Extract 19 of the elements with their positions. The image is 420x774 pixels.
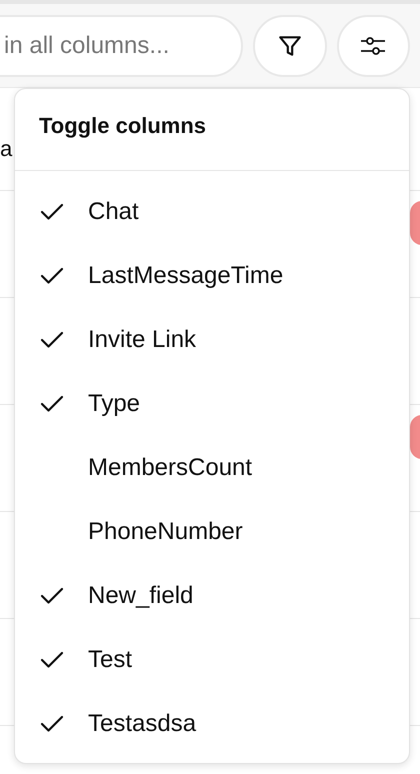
check-icon (40, 267, 64, 285)
column-toggle-item[interactable]: Type (15, 372, 409, 436)
check-icon (40, 715, 64, 733)
column-toggle-item[interactable]: LastMessageTime (15, 244, 409, 308)
column-header: a (0, 136, 12, 162)
search-field[interactable]: in all columns... (0, 14, 243, 76)
check-icon (40, 587, 64, 605)
column-toggle-item[interactable]: Invite Link (15, 308, 409, 372)
column-toggle-item[interactable]: PhoneNumber (15, 500, 409, 564)
check-icon (40, 331, 64, 349)
check-icon (40, 203, 64, 221)
column-toggle-item[interactable]: MembersCount (15, 436, 409, 500)
check-icon (40, 651, 64, 669)
column-toggle-item[interactable]: Test (15, 628, 409, 692)
column-toggle-item[interactable]: Chat (15, 180, 409, 244)
menu-title: Toggle columns (15, 89, 409, 171)
column-toggle-item[interactable]: New_field (15, 564, 409, 628)
column-toggle-item[interactable]: Testasdsa (15, 692, 409, 756)
check-icon (40, 395, 64, 413)
